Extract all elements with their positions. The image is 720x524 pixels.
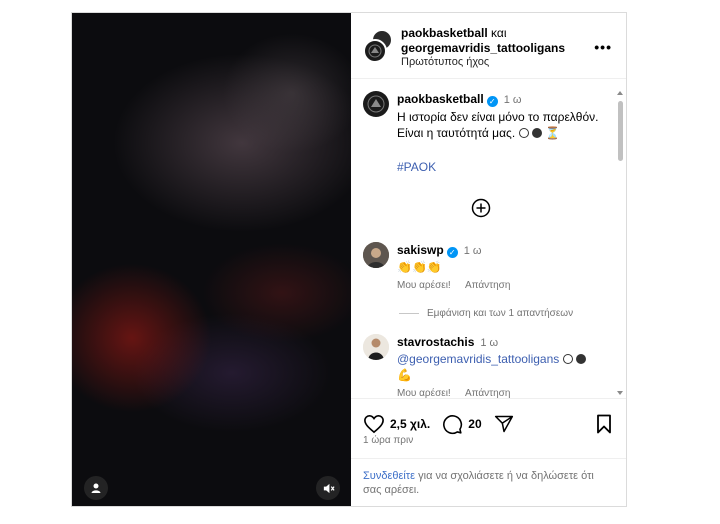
comment-icon xyxy=(443,414,463,434)
caption-time[interactable]: 1 ω xyxy=(504,94,522,106)
login-link[interactable]: Συνδεθείτε xyxy=(363,470,415,482)
black-circle-icon xyxy=(575,354,586,364)
user-tags-button[interactable] xyxy=(84,476,108,500)
avatar[interactable] xyxy=(363,242,389,268)
share-button[interactable] xyxy=(494,414,514,434)
author-link[interactable]: georgemavridis_tattooligans xyxy=(401,41,565,55)
scroll-up-arrow[interactable] xyxy=(617,91,623,95)
post-header: paokbasketball και georgemavridis_tattoo… xyxy=(351,13,626,79)
white-circle-icon xyxy=(518,128,529,138)
paok-logo-icon xyxy=(368,44,382,58)
like-button[interactable] xyxy=(363,414,385,434)
save-button[interactable] xyxy=(596,414,612,434)
comments-list[interactable]: paokbasketball ✓ 1 ω Η ιστορία δεν είναι μ… xyxy=(351,80,626,398)
action-row: 2,5 χιλ. 20 xyxy=(363,412,514,436)
mute-button[interactable] xyxy=(316,476,340,500)
paper-plane-icon xyxy=(494,415,513,433)
avatar[interactable] xyxy=(363,91,389,117)
mention-link[interactable]: @georgemavridis_tattooligans xyxy=(397,352,559,366)
black-circle-icon xyxy=(531,128,542,138)
avatar[interactable] xyxy=(363,334,389,360)
login-prompt: Συνδεθείτε για να σχολιάσετε ή να δηλώσε… xyxy=(351,458,626,507)
comment: stavrostachis 1 ω @georgemavridis_tattool… xyxy=(397,334,612,398)
like-comment-button[interactable]: Μου αρέσει! xyxy=(397,388,451,398)
author-joiner: και xyxy=(491,26,507,40)
more-horizontal-icon: ••• xyxy=(594,39,612,55)
audio-link[interactable]: Πρωτότυπος ήχος xyxy=(401,56,489,68)
view-replies-label: Εμφάνιση και των 1 απαντήσεων xyxy=(427,308,574,319)
hourglass-emoji: ⏳ xyxy=(545,126,561,140)
comment-username[interactable]: sakiswp xyxy=(397,243,444,257)
comments-count: 20 xyxy=(468,417,482,431)
user-photo-icon xyxy=(363,334,389,360)
comment-emoji: 💪 xyxy=(397,368,412,382)
reply-button[interactable]: Απάντηση xyxy=(465,388,510,398)
more-options-button[interactable]: ••• xyxy=(594,39,612,55)
view-replies-button[interactable]: Εμφάνιση και των 1 απαντήσεων xyxy=(399,308,573,319)
plus-circle-icon xyxy=(471,198,491,218)
bookmark-icon xyxy=(597,414,611,434)
comment-time[interactable]: 1 ω xyxy=(480,337,498,349)
caption-username[interactable]: paokbasketball xyxy=(397,92,484,106)
caption: paokbasketball ✓ 1 ω Η ιστορία δεν είναι μ… xyxy=(397,91,607,175)
scroll-down-arrow[interactable] xyxy=(617,391,623,395)
paok-logo-icon xyxy=(367,95,385,113)
comment-time[interactable]: 1 ω xyxy=(464,245,482,257)
video-media[interactable] xyxy=(72,13,351,506)
hashtag-link[interactable]: #PAOK xyxy=(397,159,607,175)
likes-count[interactable]: 2,5 χιλ. xyxy=(390,417,430,431)
post-authors: paokbasketball και georgemavridis_tattoo… xyxy=(401,26,591,56)
user-photo-icon xyxy=(363,242,389,268)
post-time[interactable]: 1 ώρα πριν xyxy=(363,435,413,446)
replies-divider xyxy=(399,313,419,314)
like-comment-button[interactable]: Μου αρέσει! xyxy=(397,280,451,291)
comment-button[interactable] xyxy=(442,414,463,435)
caption-text: Η ιστορία δεν είναι μόνο το παρελθόν. Εί… xyxy=(397,110,599,140)
avatar[interactable] xyxy=(363,39,387,63)
author-link[interactable]: paokbasketball xyxy=(401,26,488,40)
scrollbar-thumb[interactable] xyxy=(618,101,623,161)
collab-avatars[interactable] xyxy=(363,29,393,65)
user-icon xyxy=(91,483,101,493)
comment-username[interactable]: stavrostachis xyxy=(397,335,474,349)
verified-badge-icon: ✓ xyxy=(486,96,498,107)
reply-button[interactable]: Απάντηση xyxy=(465,280,510,291)
post-card: paokbasketball και georgemavridis_tattoo… xyxy=(71,12,627,507)
post-actions: 2,5 χιλ. 20 1 ώρα πριν Συνδεθείτε για να… xyxy=(351,398,626,506)
post-side-panel: paokbasketball και georgemavridis_tattoo… xyxy=(351,13,626,506)
verified-badge-icon: ✓ xyxy=(446,247,458,258)
heart-icon xyxy=(364,414,384,434)
comment: sakiswp ✓ 1 ω 👏👏👏 Μου αρέσει! Απάντηση xyxy=(397,242,607,291)
white-circle-icon xyxy=(562,354,573,364)
comment-text: 👏👏👏 xyxy=(397,260,442,274)
volume-muted-icon xyxy=(323,483,335,493)
load-more-comments-button[interactable] xyxy=(471,198,491,218)
